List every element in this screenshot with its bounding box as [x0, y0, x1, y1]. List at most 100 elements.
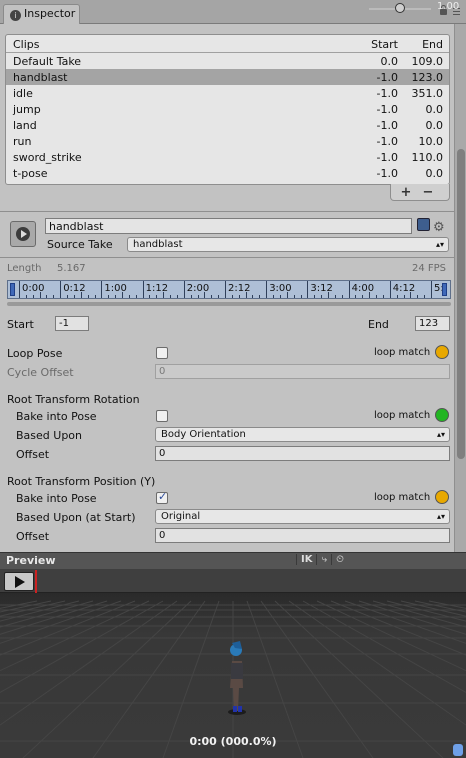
clip-row[interactable]: idle -1.0 351.0 [6, 85, 449, 101]
timeline-minor-tick [355, 295, 357, 298]
timeline-minor-tick [417, 295, 419, 298]
timeline-major-tick [431, 281, 432, 298]
position-y-offset-field[interactable]: 0 [155, 528, 450, 543]
timeline-minor-tick [273, 295, 275, 298]
timeline-minor-tick [424, 295, 426, 298]
end-field[interactable]: 123 [415, 316, 450, 331]
scrollbar-thumb[interactable] [457, 149, 465, 459]
loop-match-indicator [435, 345, 449, 359]
clip-row[interactable]: sword_strike -1.0 110.0 [6, 149, 449, 165]
timeline-minor-tick [300, 295, 302, 298]
timeline-minor-tick [170, 295, 172, 298]
clip-row[interactable]: Default Take 0.0 109.0 [6, 53, 449, 69]
add-clip-button[interactable]: + [395, 185, 417, 200]
clip-name: land [13, 119, 37, 132]
preview-scene [0, 593, 466, 758]
timeline-minor-tick [321, 295, 323, 298]
timeline-major-tick [142, 281, 144, 298]
position-y-based-upon-dropdown[interactable]: Original ▴▾ [155, 509, 450, 524]
timeline-minor-tick [410, 292, 412, 298]
clip-name: sword_strike [13, 151, 82, 164]
clip-row[interactable]: handblast -1.0 123.0 [6, 69, 449, 85]
clips-header-end: End [422, 38, 443, 51]
viewport-resize-handle[interactable] [453, 744, 463, 756]
timeline-minor-tick [94, 295, 96, 298]
end-label: End [368, 318, 389, 331]
clip-start: 0.0 [380, 55, 399, 68]
clip-row[interactable]: land -1.0 0.0 [6, 117, 449, 133]
play-icon [16, 227, 30, 241]
rotation-bake-checkbox[interactable] [156, 410, 168, 422]
position-y-based-upon-value: Original [161, 511, 201, 522]
divider [0, 211, 454, 212]
tab-inspector[interactable]: i Inspector [3, 4, 80, 24]
timeline-minor-tick [176, 295, 178, 298]
position-y-bake-checkbox[interactable] [156, 490, 168, 504]
clip-preview-button[interactable] [10, 221, 36, 247]
preview-play-button[interactable] [4, 572, 34, 591]
timeline-major-tick [60, 281, 62, 298]
clip-start: -1.0 [376, 71, 398, 84]
timeline-minor-tick [156, 295, 158, 298]
preview-playhead[interactable] [35, 570, 37, 593]
clip-name: t-pose [13, 167, 48, 180]
clip-start: -1.0 [376, 119, 398, 132]
position-y-loop-match-label: loop match [374, 492, 431, 503]
source-take-dropdown[interactable]: handblast ▴▾ [127, 237, 449, 252]
rotation-based-upon-value: Body Orientation [161, 429, 246, 440]
timeline-minor-tick [67, 295, 69, 298]
clip-name: jump [13, 103, 41, 116]
timeline-minor-tick [218, 295, 220, 298]
preview-speed-knob[interactable] [395, 3, 405, 13]
position-y-bake-label: Bake into Pose [16, 492, 97, 505]
clip-end: 351.0 [411, 87, 444, 100]
help-book-icon[interactable] [417, 218, 430, 231]
root-position-y-title: Root Transform Position (Y) [7, 475, 156, 488]
clip-timeline[interactable]: 0:00 0:12 1:00 1:12 2:00 2:12 3:00 3:12 4:00 4:12… [7, 280, 451, 299]
preview-viewport[interactable]: 0:00 (000.0%) [0, 593, 466, 758]
preview-timeline[interactable] [0, 569, 466, 593]
timeline-minor-tick [32, 295, 34, 298]
loop-pose-checkbox[interactable] [156, 347, 168, 359]
timeline-minor-tick [122, 292, 123, 298]
rotation-offset-field[interactable]: 0 [155, 446, 450, 461]
remove-clip-button[interactable]: − [417, 185, 439, 200]
cycle-offset-field[interactable]: 0 [155, 364, 450, 379]
timeline-minor-tick [128, 295, 130, 298]
timeline-major-tick [266, 281, 268, 298]
inspector-scrollbar[interactable] [454, 24, 466, 552]
rotation-based-upon-label: Based Upon [16, 429, 82, 442]
ik-toggle[interactable]: IK [296, 554, 316, 565]
clips-header-name: Clips [13, 38, 40, 51]
clip-row[interactable]: jump -1.0 0.0 [6, 101, 449, 117]
timeline-minor-tick [163, 292, 165, 298]
timeline-start-handle[interactable] [10, 283, 15, 296]
info-icon: i [10, 10, 21, 21]
clip-row[interactable]: t-pose -1.0 0.0 [6, 165, 449, 181]
timeline-minor-tick [73, 295, 75, 298]
timeline-minor-tick [39, 292, 41, 298]
clips-header: Clips Start End [6, 35, 449, 53]
clip-start: -1.0 [376, 87, 398, 100]
timeline-minor-tick [369, 292, 371, 298]
clips-header-start: Start [371, 38, 398, 51]
timeline-minor-tick [286, 292, 288, 298]
clip-row[interactable]: run -1.0 10.0 [6, 133, 449, 149]
start-field[interactable]: -1 [55, 316, 89, 331]
gear-icon[interactable]: ⚙ [433, 221, 446, 234]
timeline-major-tick [225, 281, 226, 298]
timeline-end-handle[interactable] [442, 283, 447, 296]
clip-name-field[interactable]: handblast [45, 218, 412, 234]
speed-icon[interactable]: ⏲ [331, 554, 348, 565]
timeline-track [7, 302, 451, 306]
rotation-based-upon-dropdown[interactable]: Body Orientation ▴▾ [155, 427, 450, 442]
preview-speed-value: 1.00 [437, 1, 460, 12]
timeline-minor-tick [211, 295, 213, 298]
clip-start: -1.0 [376, 167, 398, 180]
chevron-updown-icon: ▴▾ [436, 512, 445, 521]
pivot-icon[interactable]: ⤷ [316, 554, 331, 565]
timeline-minor-tick [108, 295, 110, 298]
timeline-minor-tick [376, 295, 378, 298]
rotation-offset-label: Offset [16, 448, 50, 461]
preview-title: Preview [6, 554, 56, 567]
